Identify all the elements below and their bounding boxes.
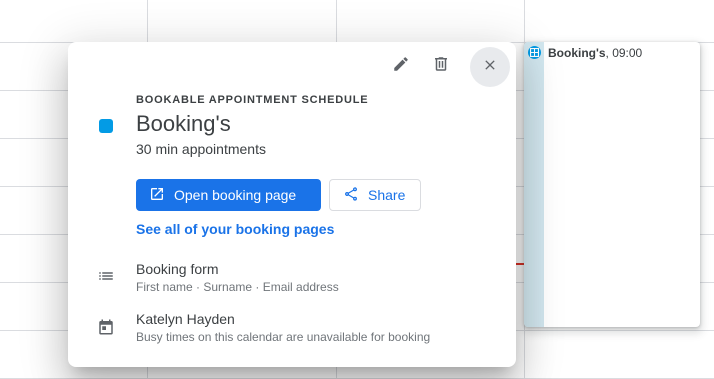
schedule-duration: 30 min appointments bbox=[136, 141, 266, 157]
booking-grid-icon bbox=[528, 46, 541, 59]
booking-form-title: Booking form bbox=[136, 261, 219, 277]
appointment-schedule-popover: BOOKABLE APPOINTMENT SCHEDULE Booking's … bbox=[68, 42, 516, 367]
schedule-title: Booking's bbox=[136, 111, 231, 136]
close-icon bbox=[482, 57, 498, 78]
calendar-icon bbox=[97, 318, 115, 336]
calendar-owner: Katelyn Hayden bbox=[136, 311, 235, 327]
close-button[interactable] bbox=[470, 47, 510, 87]
event-time: , 09:00 bbox=[605, 46, 643, 60]
share-button[interactable]: Share bbox=[329, 179, 421, 211]
schedule-color-swatch bbox=[99, 119, 113, 133]
schedule-type-label: BOOKABLE APPOINTMENT SCHEDULE bbox=[136, 94, 369, 106]
booking-form-fields: First name · Surname · Email address bbox=[136, 280, 339, 294]
open-booking-page-button[interactable]: Open booking page bbox=[136, 179, 321, 211]
see-all-booking-pages-link[interactable]: See all of your booking pages bbox=[136, 221, 334, 237]
calendar-event-booking[interactable]: Booking's, 09:00 bbox=[524, 42, 700, 327]
edit-button[interactable] bbox=[381, 46, 421, 86]
share-icon bbox=[343, 186, 359, 205]
open-booking-page-label: Open booking page bbox=[174, 187, 297, 203]
share-label: Share bbox=[368, 187, 406, 203]
event-stripe bbox=[524, 42, 544, 327]
open-external-icon bbox=[149, 186, 165, 205]
event-title: Booking's bbox=[548, 46, 606, 60]
trash-icon bbox=[432, 55, 450, 78]
pencil-icon bbox=[392, 55, 410, 78]
list-icon bbox=[97, 267, 115, 285]
calendar-availability-note: Busy times on this calendar are unavaila… bbox=[136, 330, 431, 344]
event-label: Booking's, 09:00 bbox=[548, 46, 642, 60]
delete-button[interactable] bbox=[421, 46, 461, 86]
